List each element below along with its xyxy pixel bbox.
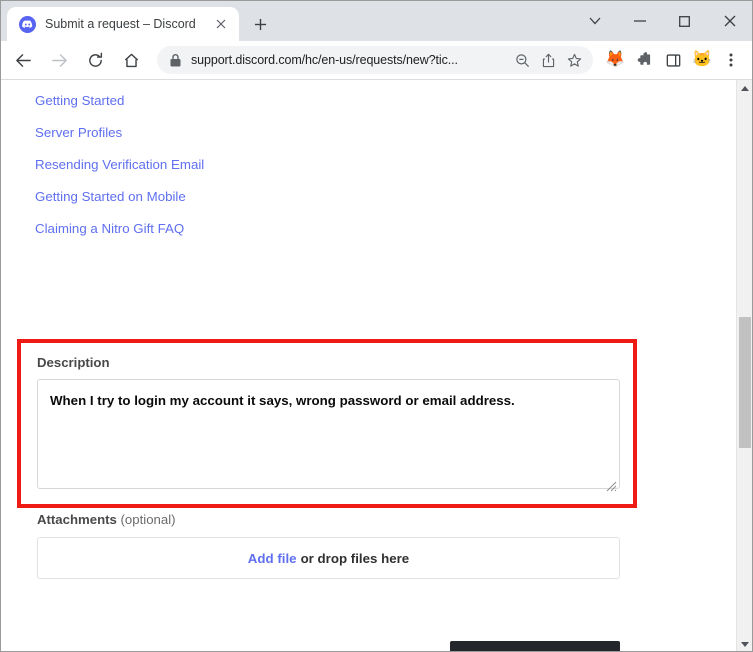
description-field-group: Description	[37, 355, 620, 494]
browser-toolbar: support.discord.com/hc/en-us/requests/ne…	[1, 41, 752, 80]
puzzle-piece-icon[interactable]	[631, 47, 657, 73]
minimize-icon[interactable]	[617, 5, 662, 37]
tab-title: Submit a request – Discord	[45, 17, 196, 31]
suggested-article-link[interactable]: Claiming a Nitro Gift FAQ	[35, 212, 184, 244]
description-input[interactable]	[37, 379, 620, 489]
description-label: Description	[37, 355, 110, 370]
attachments-optional-suffix: (optional)	[116, 512, 176, 527]
suggested-article-link[interactable]: Getting Started on Mobile	[35, 180, 186, 212]
scroll-up-arrow-icon[interactable]	[737, 80, 752, 96]
suggested-article-link[interactable]: Resending Verification Email	[35, 148, 204, 180]
address-bar[interactable]: support.discord.com/hc/en-us/requests/ne…	[157, 46, 593, 74]
support-request-form: Getting Started Server Profiles Resendin…	[1, 80, 738, 651]
profile-avatar[interactable]: 🐱	[689, 47, 715, 73]
lock-icon	[170, 53, 181, 67]
browser-window: Submit a request – Discord support.disco…	[0, 0, 753, 652]
share-icon[interactable]	[535, 47, 561, 73]
star-icon[interactable]	[561, 47, 587, 73]
window-controls	[572, 1, 752, 41]
suggested-articles-list: Getting Started Server Profiles Resendin…	[1, 80, 738, 244]
reload-icon[interactable]	[80, 45, 110, 75]
file-dropzone[interactable]: Add file or drop files here	[37, 537, 620, 579]
page-viewport: Getting Started Server Profiles Resendin…	[1, 80, 752, 651]
suggested-article-link[interactable]: Getting Started	[35, 84, 124, 116]
scrollbar-thumb[interactable]	[739, 317, 751, 448]
url-text: support.discord.com/hc/en-us/requests/ne…	[191, 53, 458, 67]
home-icon[interactable]	[116, 45, 146, 75]
discord-icon	[19, 15, 36, 33]
attachments-label-text: Attachments	[37, 512, 117, 527]
forward-arrow-icon	[44, 45, 74, 75]
attachments-label: Attachments (optional)	[37, 512, 620, 527]
side-panel-icon[interactable]	[660, 47, 686, 73]
vertical-scrollbar[interactable]	[736, 80, 752, 651]
suggested-article-link[interactable]: Server Profiles	[35, 116, 122, 148]
back-arrow-icon[interactable]	[8, 45, 38, 75]
add-file-link[interactable]: Add file	[248, 551, 297, 566]
tab-submit-a-request[interactable]: Submit a request – Discord	[7, 7, 239, 41]
zoom-out-icon[interactable]	[509, 47, 535, 73]
scroll-down-arrow-icon[interactable]	[737, 636, 752, 651]
maximize-icon[interactable]	[662, 5, 707, 37]
submit-button[interactable]: Submit	[450, 641, 620, 651]
tab-strip: Submit a request – Discord	[1, 1, 752, 41]
new-tab-button[interactable]	[246, 10, 274, 38]
fox-extension-icon[interactable]: 🦊	[602, 47, 628, 73]
attachments-field-group: Attachments (optional) Add file or drop …	[37, 512, 620, 579]
tab-search-icon[interactable]	[572, 5, 617, 37]
dropzone-text: or drop files here	[300, 550, 410, 566]
close-icon[interactable]	[707, 5, 752, 37]
three-dot-menu-icon[interactable]	[718, 47, 744, 73]
tab-close-icon[interactable]	[211, 14, 231, 34]
